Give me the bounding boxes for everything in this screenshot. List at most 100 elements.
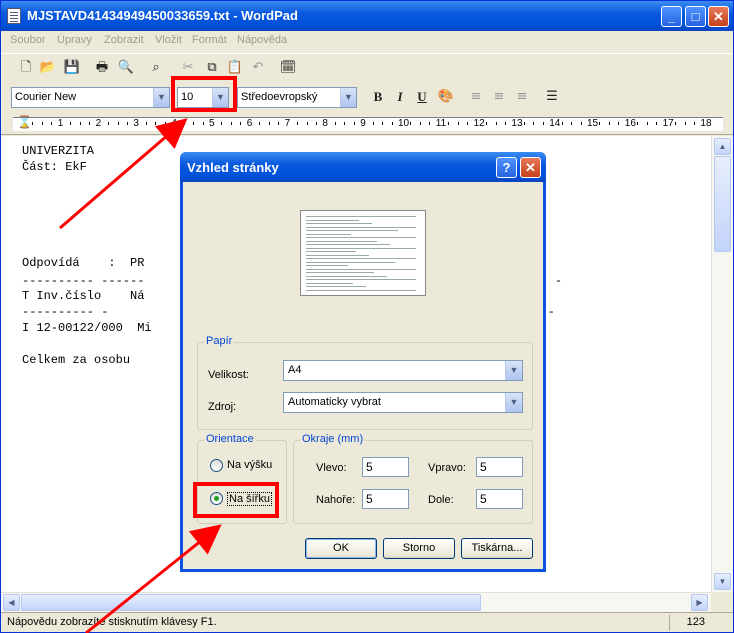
bullets-icon[interactable]: ☰ — [543, 88, 561, 106]
minimize-button[interactable]: _ — [661, 6, 682, 27]
preview-text-line — [306, 233, 351, 235]
print-preview-icon[interactable]: 🔍 — [117, 59, 135, 77]
ruler-tick — [240, 122, 242, 125]
ruler-tick — [382, 122, 384, 125]
scroll-right-icon[interactable]: ▶ — [691, 594, 708, 611]
script-combo[interactable]: Středoevropský ▼ — [237, 87, 357, 108]
font-combo[interactable]: Courier New ▼ — [11, 87, 170, 108]
hscroll-thumb[interactable] — [21, 594, 481, 611]
page-preview — [300, 210, 431, 301]
portrait-radio[interactable] — [210, 459, 223, 472]
dialog-help-button[interactable]: ? — [496, 157, 517, 178]
ruler-tick — [608, 122, 610, 125]
preview-text-line — [306, 237, 416, 238]
ruler-tick — [533, 122, 535, 125]
chevron-down-icon[interactable]: ▼ — [505, 361, 522, 380]
vertical-scrollbar[interactable]: ▲ ▼ — [711, 136, 733, 592]
ruler-tick — [278, 122, 280, 125]
printer-button[interactable]: Tiskárna... — [461, 538, 533, 559]
scroll-down-icon[interactable]: ▼ — [714, 573, 731, 590]
dialog-title-bar[interactable]: Vzhled stránky ? ✕ — [180, 152, 546, 182]
find-icon[interactable]: ⌕ — [147, 59, 165, 77]
title-bar[interactable]: MJSTAVD41434949450033659.txt - WordPad _… — [1, 1, 733, 31]
menu-format[interactable]: Formát — [192, 34, 227, 46]
bold-button[interactable]: B — [369, 88, 387, 106]
horizontal-scrollbar[interactable]: ◀ ▶ — [1, 592, 711, 612]
italic-button[interactable]: I — [391, 88, 409, 106]
status-number: 123 — [669, 615, 709, 631]
ruler-tick — [315, 122, 317, 125]
ruler-tick — [183, 122, 185, 125]
margin-left-input[interactable]: 5 — [362, 457, 409, 477]
status-bar: Nápovědu zobrazíte stisknutím klávesy F1… — [1, 612, 733, 632]
ruler-tick — [467, 122, 469, 125]
new-icon[interactable]: 🗋 — [17, 59, 35, 77]
margin-right-label: Vpravo: — [428, 462, 466, 474]
preview-text-line — [306, 240, 377, 242]
scroll-up-icon[interactable]: ▲ — [714, 138, 731, 155]
copy-icon[interactable]: ⧉ — [203, 59, 221, 77]
margin-bottom-input[interactable]: 5 — [476, 489, 523, 509]
ruler-tick — [117, 122, 119, 125]
indent-marker-icon[interactable]: ⌛ — [17, 115, 32, 129]
ruler-tick — [618, 122, 620, 125]
window-title: MJSTAVD41434949450033659.txt - WordPad — [27, 8, 298, 23]
align-left-icon[interactable]: ≡ — [467, 88, 485, 106]
font-size-highlight-box — [171, 76, 237, 112]
ruler-number: 4 — [171, 118, 177, 129]
ruler-tick — [32, 122, 34, 125]
scroll-thumb[interactable] — [714, 156, 731, 252]
ruler-tick — [41, 122, 43, 125]
ok-button[interactable]: OK — [305, 538, 377, 559]
ruler-number: 18 — [700, 118, 712, 129]
underline-button[interactable]: U — [413, 88, 431, 106]
chevron-down-icon[interactable]: ▼ — [340, 88, 356, 107]
menu-vlozit[interactable]: Vložit — [155, 34, 182, 46]
paper-size-select[interactable]: A4 ▼ — [283, 360, 523, 381]
maximize-button[interactable]: □ — [685, 6, 706, 27]
margin-top-input[interactable]: 5 — [362, 489, 409, 509]
ruler-tick — [523, 122, 525, 125]
menu-napoveda[interactable]: Nápověda — [237, 34, 287, 46]
align-right-icon[interactable]: ≡ — [513, 88, 531, 106]
ruler-number: 13 — [511, 118, 523, 129]
dialog-close-button[interactable]: ✕ — [520, 157, 541, 178]
dialog-title: Vzhled stránky — [187, 160, 279, 175]
document-line: Celkem za osobu — [22, 353, 131, 367]
menu-zobrazit[interactable]: Zobrazit — [104, 34, 144, 46]
save-icon[interactable]: 💾 — [63, 59, 81, 77]
wordpad-app-icon — [7, 8, 21, 24]
margin-left-label: Vlevo: — [316, 462, 347, 474]
ruler-tick — [155, 122, 157, 125]
color-palette-icon[interactable]: 🎨 — [437, 88, 455, 106]
print-icon[interactable]: 🖶 — [93, 59, 111, 77]
portrait-label[interactable]: Na výšku — [227, 459, 272, 471]
chevron-down-icon[interactable]: ▼ — [505, 393, 522, 412]
ruler-tick — [334, 122, 336, 125]
margins-group: Okraje (mm) Vlevo: 5 Vpravo: 5 Nahoře: 5… — [293, 433, 533, 524]
ruler-number: 12 — [473, 118, 485, 129]
paper-source-select[interactable]: Automaticky vybrat ▼ — [283, 392, 523, 413]
cut-icon[interactable]: ✂ — [179, 59, 197, 77]
align-center-icon[interactable]: ≡ — [490, 88, 508, 106]
open-icon[interactable]: 📂 — [39, 59, 57, 77]
menu-upravy[interactable]: Úpravy — [57, 34, 92, 46]
paste-icon[interactable]: 📋 — [226, 59, 244, 77]
ruler-tick — [51, 122, 53, 125]
scroll-left-icon[interactable]: ◀ — [3, 594, 20, 611]
ruler-tick — [145, 122, 147, 125]
ruler-tick — [429, 122, 431, 125]
undo-icon[interactable]: ↶ — [249, 59, 267, 77]
ruler-tick — [504, 122, 506, 125]
ruler-tick — [230, 122, 232, 125]
margin-right-input[interactable]: 5 — [476, 457, 523, 477]
chevron-down-icon[interactable]: ▼ — [153, 88, 169, 107]
document-line: Odpovídá : PR — [22, 256, 145, 270]
ruler[interactable]: ⌛ 1 2 3 4 5 6 7 8 9 10 11 12 13 14 15 16 17 18 — [1, 113, 733, 135]
insert-datetime-icon[interactable]: 🗓 — [279, 59, 297, 77]
close-button[interactable]: ✕ — [708, 6, 729, 27]
cancel-button[interactable]: Storno — [383, 538, 455, 559]
ruler-number: 8 — [322, 118, 328, 129]
ruler-tick — [344, 122, 346, 125]
menu-soubor[interactable]: Soubor — [10, 34, 45, 46]
